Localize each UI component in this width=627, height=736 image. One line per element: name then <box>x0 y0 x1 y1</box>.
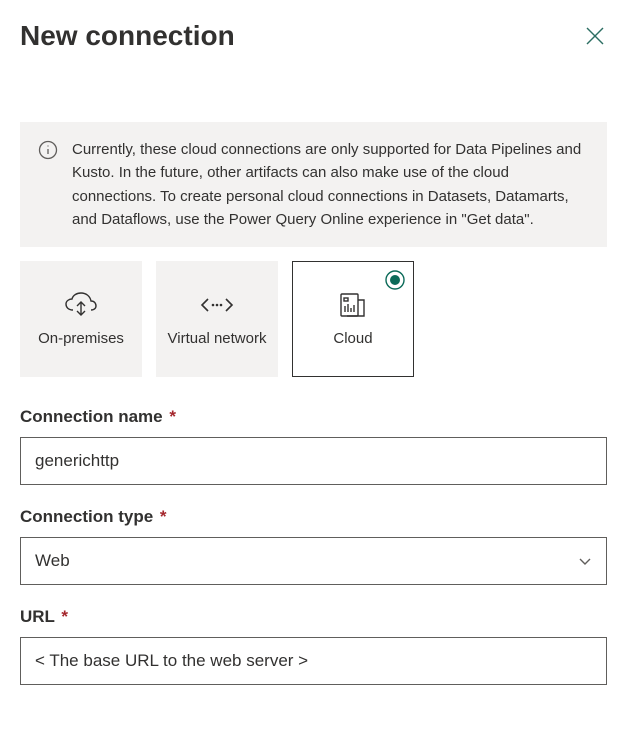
close-icon <box>585 26 605 46</box>
url-label: URL * <box>20 607 607 627</box>
tile-label: On-premises <box>38 330 124 349</box>
page-title: New connection <box>20 20 235 52</box>
connection-name-input[interactable] <box>20 437 607 485</box>
required-marker: * <box>160 507 167 526</box>
info-icon <box>38 140 58 160</box>
connection-type-label: Connection type * <box>20 507 607 527</box>
cloud-icon <box>336 290 370 320</box>
selected-indicator-icon <box>385 270 405 290</box>
tile-on-premises[interactable]: On-premises <box>20 261 142 377</box>
url-input[interactable] <box>20 637 607 685</box>
tile-label: Cloud <box>333 330 372 349</box>
tile-cloud[interactable]: Cloud <box>292 261 414 377</box>
required-marker: * <box>61 607 68 626</box>
connection-name-label: Connection name * <box>20 407 607 427</box>
on-premises-icon <box>64 290 98 320</box>
tile-virtual-network[interactable]: Virtual network <box>156 261 278 377</box>
connection-type-select[interactable]: Web <box>20 537 607 585</box>
info-banner: Currently, these cloud connections are o… <box>20 122 607 247</box>
required-marker: * <box>169 407 176 426</box>
virtual-network-icon <box>200 290 234 320</box>
close-button[interactable] <box>583 24 607 48</box>
connection-location-tiles: On-premises Virtual network <box>20 261 607 377</box>
info-text: Currently, these cloud connections are o… <box>72 138 589 231</box>
tile-label: Virtual network <box>168 330 267 349</box>
